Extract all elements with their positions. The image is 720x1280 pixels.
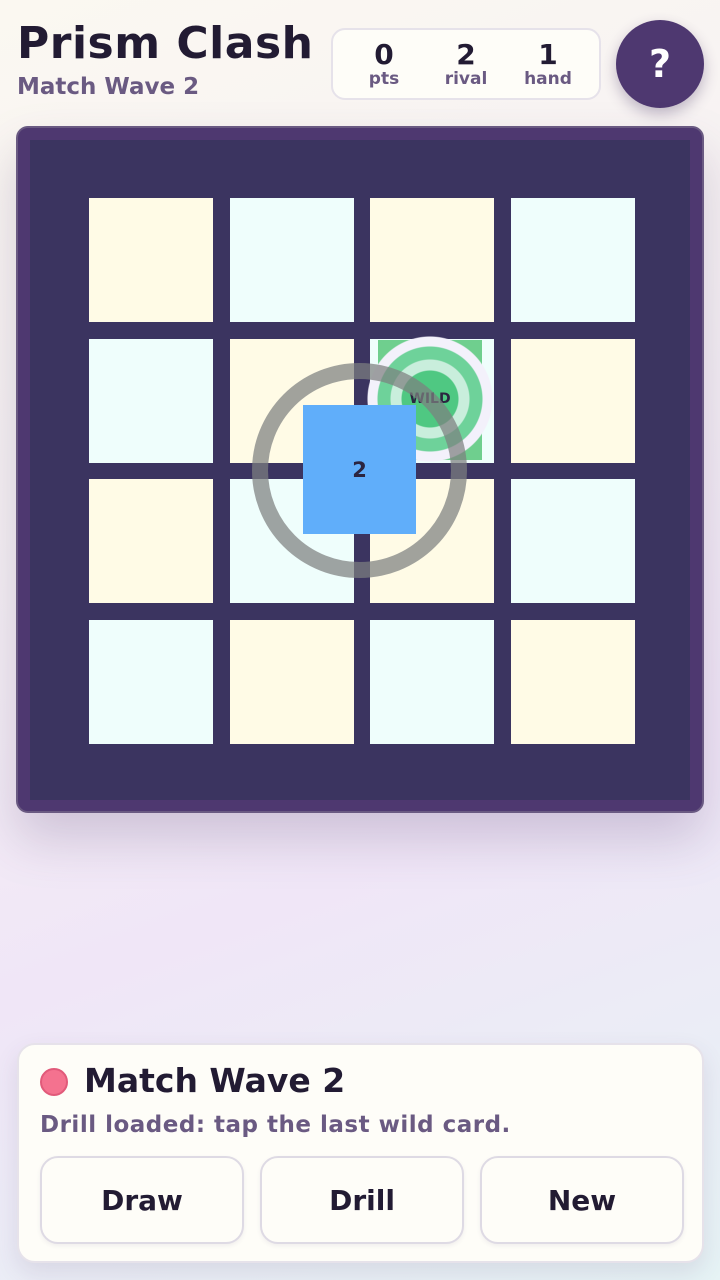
question-mark-icon: ? (648, 42, 672, 86)
header: Prism Clash Match Wave 2 0 pts 2 rival 1… (0, 0, 720, 120)
panel-title: Match Wave 2 (84, 1061, 346, 1100)
board-tile[interactable] (511, 620, 635, 744)
hand-label: hand (524, 69, 572, 89)
points-label: pts (368, 69, 400, 89)
new-button[interactable]: New (480, 1156, 684, 1244)
status-dot (40, 1068, 68, 1096)
board-tile[interactable] (89, 620, 213, 744)
points-value: 0 (374, 38, 394, 71)
help-button[interactable]: ? (616, 20, 704, 108)
board-tile[interactable] (230, 198, 354, 322)
game-title: Prism Clash (17, 18, 314, 69)
status-panel: Match Wave 2 Drill loaded: tap the last … (17, 1043, 704, 1263)
board-tile[interactable] (89, 198, 213, 322)
board-tile[interactable] (511, 198, 635, 322)
rival-value: 2 (456, 38, 476, 71)
score-panel: 0 pts 2 rival 1 hand (331, 28, 601, 100)
board-tile[interactable] (370, 198, 494, 322)
drill-button[interactable]: Drill (260, 1156, 464, 1244)
rival-label: rival (444, 69, 488, 89)
stat-rival: 2 rival (426, 38, 506, 89)
stat-points: 0 pts (344, 38, 424, 89)
board-tile[interactable] (89, 339, 213, 463)
stat-hand: 1 hand (508, 38, 588, 89)
panel-message: Drill loaded: tap the last wild card. (40, 1112, 511, 1138)
board-tile[interactable] (370, 620, 494, 744)
player-card-value: 2 (352, 457, 367, 482)
draw-button[interactable]: Draw (40, 1156, 244, 1244)
hand-value: 1 (538, 38, 558, 71)
board-tile[interactable] (511, 479, 635, 603)
wave-subtitle: Match Wave 2 (17, 74, 200, 100)
player-card[interactable]: 2 (303, 405, 416, 534)
board-tile[interactable] (511, 339, 635, 463)
board-tile[interactable] (89, 479, 213, 603)
board-tile[interactable] (230, 620, 354, 744)
